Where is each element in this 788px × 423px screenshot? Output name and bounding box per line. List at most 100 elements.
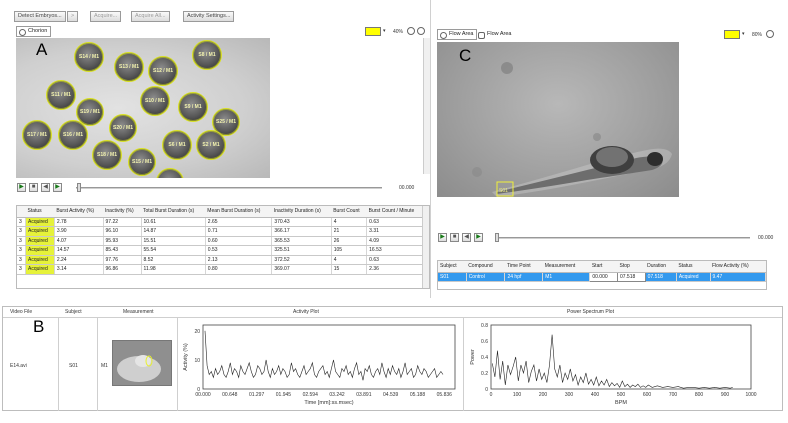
embryo-circle[interactable]: S11 / M1 [46,80,76,110]
table-cell: 369.07 [271,264,332,275]
play-icon-c[interactable]: ▶ [438,233,447,242]
embryo-circle[interactable]: S2 / M1 [196,130,226,160]
timeline-thumb-c[interactable] [495,233,499,242]
table-c-header[interactable]: Time Point [504,261,543,273]
step-forward-icon-c[interactable]: ▶ [474,233,483,242]
table-a-scrollbar[interactable] [422,206,429,288]
timeline-thumb[interactable] [77,183,81,192]
table-cell: 3.31 [366,226,425,237]
table-cell: 3 [17,255,27,265]
table-cell[interactable]: 00.000 [589,271,618,282]
tab-flow-area-2[interactable]: Flow Area [476,30,514,41]
table-row[interactable]: 3 Acquired 14.57 85.43 55.54 0.53 325.51 105 16.… [17,245,425,256]
table-cell: 3 [17,236,27,246]
table-cell: 0.53 [205,245,273,256]
table-cell: 0.63 [366,255,425,265]
embryo-circle[interactable]: S18 / M1 [92,140,122,170]
step-back-icon[interactable]: ◀ [41,183,50,192]
embryo-circle[interactable]: S4 / M1 [156,168,184,178]
timeline-slider-c[interactable] [495,237,750,239]
color-swatch[interactable] [365,27,381,36]
table-c-header[interactable]: Start [589,261,618,273]
activity-series-line [204,330,444,381]
table-cell: 0.63 [366,217,425,227]
table-a-header[interactable]: Inactivity Duration (s) [271,206,332,218]
table-cell: 365.53 [271,236,332,246]
larva-body [497,156,663,194]
embryo-circle[interactable]: S12 / M1 [148,56,178,86]
table-a-header[interactable]: Burst Activity (%) [54,206,104,218]
table-cell: 16.53 [366,245,425,256]
tab-chorion[interactable]: Chorion [16,26,52,37]
table-row[interactable]: 3 Acquired 3.14 96.86 11.98 0.80 369.07 15 2.36 [17,264,425,275]
status-cell: Acquired [25,255,55,265]
table-row[interactable]: 3 Acquired 2.78 97.22 10.61 2.65 370.43 4 0.63 [17,217,425,227]
table-c-header[interactable]: Flow Activity (%) [710,261,766,273]
embryo-circle[interactable]: S14 / M1 [74,42,104,72]
embryo-circle[interactable]: S16 / M1 [58,120,88,150]
timeline-slider[interactable] [76,187,382,189]
power-x-tick: 0 [490,392,493,398]
next-arrow-button[interactable]: > [67,11,79,22]
color-swatch-c[interactable] [724,30,740,39]
acquire-all-button[interactable]: Acquire All... [131,11,170,22]
col-video-file: Video File [10,309,33,315]
table-a-header[interactable]: Burst Count [331,206,367,218]
embryo-circle[interactable]: S9 / M1 [178,92,208,122]
measurement-thumbnail[interactable] [112,340,172,386]
table-a-header[interactable] [17,206,26,218]
table-row[interactable]: 3 Acquired 4.07 95.93 15.51 0.60 365.53 26 4.09 [17,236,425,246]
table-cell: 07.518 [645,272,677,282]
table-cell: 2.78 [54,217,104,227]
tab-flow-area-1[interactable]: Flow Area [437,29,478,40]
table-a-header[interactable]: Burst Count / Minute [366,206,425,218]
power-x-label: BPM [615,400,627,406]
play-icon[interactable]: ▶ [17,183,26,192]
step-back-icon-c[interactable]: ◀ [462,233,471,242]
dropdown-arrow-icon[interactable]: ▾ [383,28,386,34]
activity-settings-button[interactable]: Activity Settings... [183,11,235,22]
stop-icon-c[interactable]: ■ [450,233,459,242]
table-c-header[interactable]: Compound [466,261,505,273]
embryo-circle[interactable]: S17 / M1 [22,120,52,150]
video-scrollbar[interactable] [423,38,430,174]
zoom-out-icon[interactable] [417,27,425,35]
acquire-button[interactable]: Acquire... [90,11,122,22]
power-y-tick: 0 [485,387,488,393]
larva-video-view[interactable]: C S01 [437,42,679,197]
table-c-header[interactable]: Stop [617,261,646,273]
table-row[interactable]: 3 Acquired 2.24 97.76 8.52 2.13 372.52 4 0.63 [17,255,425,265]
embryo-circle[interactable]: S15 / M1 [128,148,156,176]
table-row-selected[interactable]: S01 Control 24 hpf M1 00.000 07.518 07.518 Acqu… [438,271,766,282]
table-a-header[interactable]: Inactivity (%) [103,206,142,218]
time-readout: 00.000 [399,185,415,191]
embryo-circle[interactable]: S20 / M1 [109,114,137,142]
table-c-header[interactable]: Status [676,261,711,273]
activity-y-label: Activity (%) [183,343,189,371]
detect-embryos-button[interactable]: Detect Embryos... [14,11,66,22]
embryo-circle[interactable]: S8 / M1 [192,40,222,70]
step-forward-icon[interactable]: ▶ [53,183,62,192]
flow-marker-label: S01 [499,188,508,194]
embryo-circle[interactable]: S13 / M1 [114,52,144,82]
table-row[interactable]: 3 Acquired 3.90 96.10 14.87 0.71 366.17 21 3.31 [17,226,425,237]
embryo-circle[interactable]: S6 / M1 [162,130,192,160]
embryo-circle[interactable]: S10 / M1 [140,86,170,116]
table-cell: 15.51 [141,236,206,246]
table-a-header[interactable]: Status [25,206,55,218]
zoom-in-icon[interactable] [407,27,415,35]
table-c-header[interactable]: Measurement [542,261,590,273]
table-c-header[interactable]: Subject [438,261,467,273]
embryo-label: S19 / M1 [79,109,100,115]
stop-icon[interactable]: ■ [29,183,38,192]
table-a-header[interactable]: Total Burst Duration (s) [141,206,206,218]
panel-letter-a: A [36,40,48,59]
table-c-header[interactable]: Duration [645,261,677,273]
embryo-video-view[interactable]: A S14 / M1 S13 / M1 S12 / M1 S8 / M1 S11 / M… [16,38,270,178]
dropdown-arrow-icon[interactable]: ▾ [742,31,745,37]
activity-x-tick: 03.242 [329,392,345,398]
table-cell[interactable]: 07.518 [616,271,646,282]
table-cell: S01 [438,272,467,282]
table-a-header[interactable]: Mean Burst Duration (s) [205,206,272,218]
zoom-in-icon[interactable] [766,30,774,38]
